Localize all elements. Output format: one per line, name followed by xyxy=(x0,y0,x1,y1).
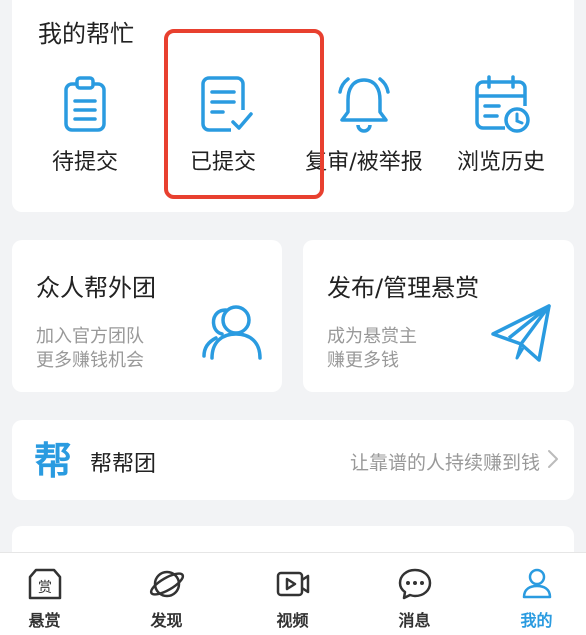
bangbangtuan-logo-text: 帮 xyxy=(34,439,72,483)
tab-reward[interactable]: 赏 悬赏 xyxy=(0,553,103,635)
svg-text:赏: 赏 xyxy=(38,580,52,596)
chevron-right-icon xyxy=(548,450,558,468)
tab-mine[interactable]: 我的 xyxy=(478,553,586,635)
tab-label: 我的 xyxy=(520,611,553,630)
team-card-title: 众人帮外团 xyxy=(36,274,156,302)
publish-card-subtitle-2: 赚更多钱 xyxy=(327,350,399,371)
user-icon xyxy=(522,568,551,599)
people-icon xyxy=(202,305,262,360)
bangbangtuan-logo: 帮 xyxy=(30,436,76,484)
message-icon xyxy=(398,568,431,600)
tab-label: 视频 xyxy=(276,611,309,630)
team-card-subtitle-2: 更多赚钱机会 xyxy=(36,350,144,371)
help-item-review-reported[interactable]: 复审/被举报 xyxy=(299,72,429,182)
bangbangtuan-row[interactable]: 帮 帮帮团 让靠谱的人持续赚到钱 xyxy=(12,420,574,500)
my-help-title: 我的帮忙 xyxy=(38,20,134,48)
paper-plane-icon xyxy=(491,304,551,362)
tab-video[interactable]: 视频 xyxy=(234,553,351,635)
bangbangtuan-label: 帮帮团 xyxy=(90,452,157,477)
help-item-pending[interactable]: 待提交 xyxy=(20,72,150,182)
bangbangtuan-slogan: 让靠谱的人持续赚到钱 xyxy=(349,452,540,474)
help-item-label: 待提交 xyxy=(51,150,118,175)
my-help-card: 我的帮忙 待提交 已提交 复审/被举报 浏览历史 xyxy=(12,0,574,212)
help-item-label: 复审/被举报 xyxy=(305,150,423,175)
help-item-browse-history[interactable]: 浏览历史 xyxy=(436,72,566,182)
bell-icon xyxy=(338,77,390,133)
calendar-clock-icon xyxy=(475,75,530,133)
help-item-label: 已提交 xyxy=(189,150,256,175)
tab-label: 消息 xyxy=(398,611,431,630)
help-item-submitted[interactable]: 已提交 xyxy=(158,72,288,182)
publish-card-title: 发布/管理悬赏 xyxy=(327,274,480,302)
tab-label: 发现 xyxy=(150,611,183,630)
tab-messages[interactable]: 消息 xyxy=(356,553,473,635)
planet-icon xyxy=(149,570,184,598)
reward-icon: 赏 xyxy=(28,568,61,600)
clipboard-icon xyxy=(64,76,106,132)
team-card-subtitle-1: 加入官方团队 xyxy=(36,326,144,347)
team-card[interactable]: 众人帮外团 加入官方团队 更多赚钱机会 xyxy=(12,240,282,392)
publish-card[interactable]: 发布/管理悬赏 成为悬赏主 赚更多钱 xyxy=(303,240,574,392)
tab-label: 悬赏 xyxy=(28,611,61,630)
tab-discover[interactable]: 发现 xyxy=(108,553,225,635)
help-item-label: 浏览历史 xyxy=(456,150,545,175)
document-check-icon xyxy=(201,76,253,132)
publish-card-subtitle-1: 成为悬赏主 xyxy=(327,326,417,347)
bottom-tab-bar: 赏 悬赏 发现 视频 消息 我的 xyxy=(0,552,586,635)
video-icon xyxy=(276,571,309,597)
